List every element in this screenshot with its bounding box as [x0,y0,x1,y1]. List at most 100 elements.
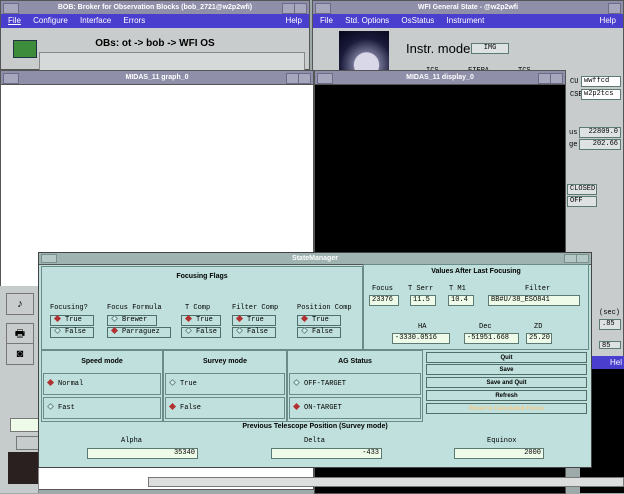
menu-errors[interactable]: Errors [123,16,145,25]
maximize-icon[interactable] [576,254,589,263]
tserr-value: 11.5 [410,295,436,306]
focusing-true[interactable]: True [50,314,94,326]
menu-std-options[interactable]: Std. Options [345,16,389,25]
window-menu-icon[interactable] [317,73,333,84]
tm1-label: T M1 [449,285,466,293]
speed-mode-panel: Speed mode Normal Fast [41,350,163,422]
menu-help[interactable]: Help [600,14,616,28]
wfi-title: WFI General State - @w2p2wfi [417,4,519,11]
menu-help[interactable]: Help [286,14,302,28]
bob-title: BOB: Broker for Observation Blocks (bob_… [57,4,253,11]
sec-value-2: 85 [599,341,621,349]
menu-file[interactable]: File [320,16,333,25]
blue-window-help[interactable]: Hel [610,358,622,367]
quit-button[interactable]: Quit [426,352,587,363]
radio-off-icon [235,326,244,335]
t-comp-false[interactable]: False [181,326,221,338]
window-menu-icon[interactable] [3,3,19,14]
menu-file[interactable]: File [8,16,21,25]
focus-label: Focus [372,285,394,293]
wfi-menubar: File Std. Options OsStatus Instrument He… [313,14,623,28]
survey-false[interactable]: False [165,397,285,419]
bob-window: BOB: Broker for Observation Blocks (bob_… [0,0,310,72]
dock-field-1[interactable] [10,418,40,432]
save-button[interactable]: Save [426,364,587,375]
filter-comp-label: Filter Comp [232,304,279,312]
radio-off-icon [53,326,62,335]
statemanager-title: StateManager [292,255,338,262]
ag-on-target[interactable]: ON-TARGET [289,397,421,419]
position-comp-true[interactable]: True [297,314,341,326]
bob-obs-label: OBs: ot -> bob -> WFI OS [95,38,215,49]
speed-fast[interactable]: Fast [43,397,161,419]
ha-value: -3330.0516 [392,333,450,344]
bob-titlebar[interactable]: BOB: Broker for Observation Blocks (bob_… [1,1,309,15]
radio-on-icon [235,314,244,323]
speed-mode-title: Speed mode [81,358,123,365]
printer-icon[interactable]: 🖶 [6,323,34,345]
survey-mode-title: Survey mode [203,358,247,365]
radio-on-icon [168,402,177,411]
menu-osstatus[interactable]: OsStatus [401,16,434,25]
refresh-button[interactable]: Refresh [426,390,587,401]
filter-comp-true[interactable]: True [232,314,276,326]
focusing-flags-title: Focusing Flags [176,273,228,280]
delta-label: Delta [304,437,326,445]
prev-position-title: Previous Telescope Position (Survey mode… [242,423,388,430]
focus-formula-label: Focus Formula [107,304,162,312]
formula-brewer[interactable]: Brewer [107,314,157,326]
window-menu-icon[interactable] [315,3,331,14]
save-and-quit-button[interactable]: Save and Quit [426,377,587,388]
cu-value: wwffcd [581,76,621,87]
position-comp-label: Position Comp [297,304,352,312]
bob-ob-list[interactable] [39,52,305,72]
values-panel: Values After Last Focusing Focus T Serr … [363,264,589,350]
wfi-titlebar[interactable]: WFI General State - @w2p2wfi [313,1,623,15]
ag-status-panel: AG Status OFF-TARGET ON-TARGET [287,350,423,422]
radio-off-icon [184,326,193,335]
window-menu-icon[interactable] [41,254,57,263]
menu-instrument[interactable]: Instrument [447,16,485,25]
focusing-false[interactable]: False [50,326,94,338]
radio-on-icon [53,314,62,323]
window-menu-icon[interactable] [3,73,19,84]
position-comp-false[interactable]: False [297,326,341,338]
graph-titlebar[interactable]: MIDAS_11 graph_0 [1,71,313,85]
radio-on-icon [110,326,119,335]
dock-field-2[interactable] [16,436,40,450]
filter-comp-false[interactable]: False [232,326,276,338]
focusing-label: Focusing? [50,304,88,312]
maximize-icon[interactable] [298,73,311,84]
cu-label: CU [570,78,579,86]
menu-interface[interactable]: Interface [80,16,111,25]
camera-icon[interactable]: ◙ [6,343,34,365]
ag-off-target[interactable]: OFF-TARGET [289,373,421,395]
formula-parraguez[interactable]: Parraguez [107,326,171,338]
statemanager-window: StateManager Focusing Flags Focusing? Fo… [38,252,592,468]
equinox-value: 2000 [454,448,544,459]
survey-true[interactable]: True [165,373,285,395]
radio-off-icon [110,314,119,323]
focus-value: 23376 [369,295,399,306]
zd-value: 25.20 [526,333,552,344]
reset-focus-button[interactable]: Reset to Calculated Focus [426,403,587,414]
filter-label: Filter [525,285,551,293]
t-comp-true[interactable]: True [181,314,221,326]
sec-value: .85 [599,319,621,330]
values-title: Values After Last Focusing [431,268,521,275]
bottom-scrollbar[interactable] [148,477,624,487]
telescope-image [339,31,389,71]
radio-on-icon [46,378,55,387]
music-icon[interactable]: ♪ [6,293,34,315]
maximize-icon[interactable] [608,3,621,14]
radio-off-icon [292,378,301,387]
display-titlebar[interactable]: MIDAS_11 display_0 [315,71,565,85]
maximize-icon[interactable] [294,3,307,14]
menu-configure[interactable]: Configure [33,16,68,25]
maximize-icon[interactable] [550,73,563,84]
instr-mode-value: IMG [471,43,509,54]
tm1-value: 10.4 [448,295,474,306]
us-value: 22809.0 [579,127,621,138]
dec-value: -51951.668 [464,333,519,344]
speed-normal[interactable]: Normal [43,373,161,395]
